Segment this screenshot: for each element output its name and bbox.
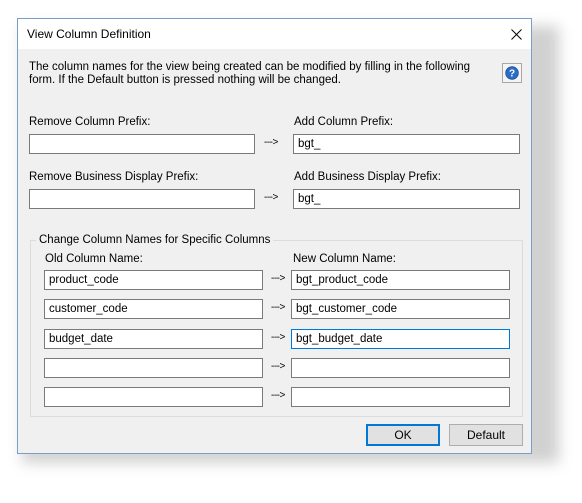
help-button[interactable]: ? [502,63,522,83]
add-column-prefix-label: Add Column Prefix: [294,116,394,128]
new-column-input-3[interactable] [291,329,510,349]
remove-column-prefix-label: Remove Column Prefix: [29,116,151,128]
old-column-name-label: Old Column Name: [45,253,143,265]
remove-business-prefix-label: Remove Business Display Prefix: [29,171,199,183]
add-business-prefix-label: Add Business Display Prefix: [294,171,442,183]
new-column-name-label: New Column Name: [293,253,396,265]
old-column-input-1[interactable] [44,270,263,290]
old-column-input-3[interactable] [44,329,263,349]
svg-text:?: ? [509,69,515,80]
row-arrow-1: ---> [271,273,285,284]
add-column-prefix-input[interactable] [293,134,520,154]
close-button[interactable] [501,19,531,49]
ok-button[interactable]: OK [366,424,440,446]
new-column-input-4[interactable] [291,358,510,378]
new-column-input-1[interactable] [291,270,510,290]
add-business-prefix-input[interactable] [293,189,520,209]
close-icon [510,28,522,40]
row-arrow-5: ---> [271,390,285,401]
new-column-input-2[interactable] [291,299,510,319]
window-title: View Column Definition [27,27,151,41]
old-column-input-5[interactable] [44,387,263,407]
old-column-input-2[interactable] [44,299,263,319]
remove-column-prefix-input[interactable] [29,134,255,154]
help-icon: ? [505,66,519,80]
specific-columns-group-title: Change Column Names for Specific Columns [36,234,274,246]
prefix-arrow-2: ---> [264,192,278,203]
dialog-window: View Column Definition The column names … [17,18,532,454]
remove-business-prefix-input[interactable] [29,189,255,209]
row-arrow-4: ---> [271,361,285,372]
old-column-input-4[interactable] [44,358,263,378]
row-arrow-3: ---> [271,332,285,343]
description-text: The column names for the view being crea… [29,61,471,86]
title-bar: View Column Definition [18,19,531,49]
new-column-input-5[interactable] [291,387,510,407]
row-arrow-2: ---> [271,302,285,313]
default-button[interactable]: Default [449,424,523,446]
prefix-arrow-1: ---> [264,137,278,148]
